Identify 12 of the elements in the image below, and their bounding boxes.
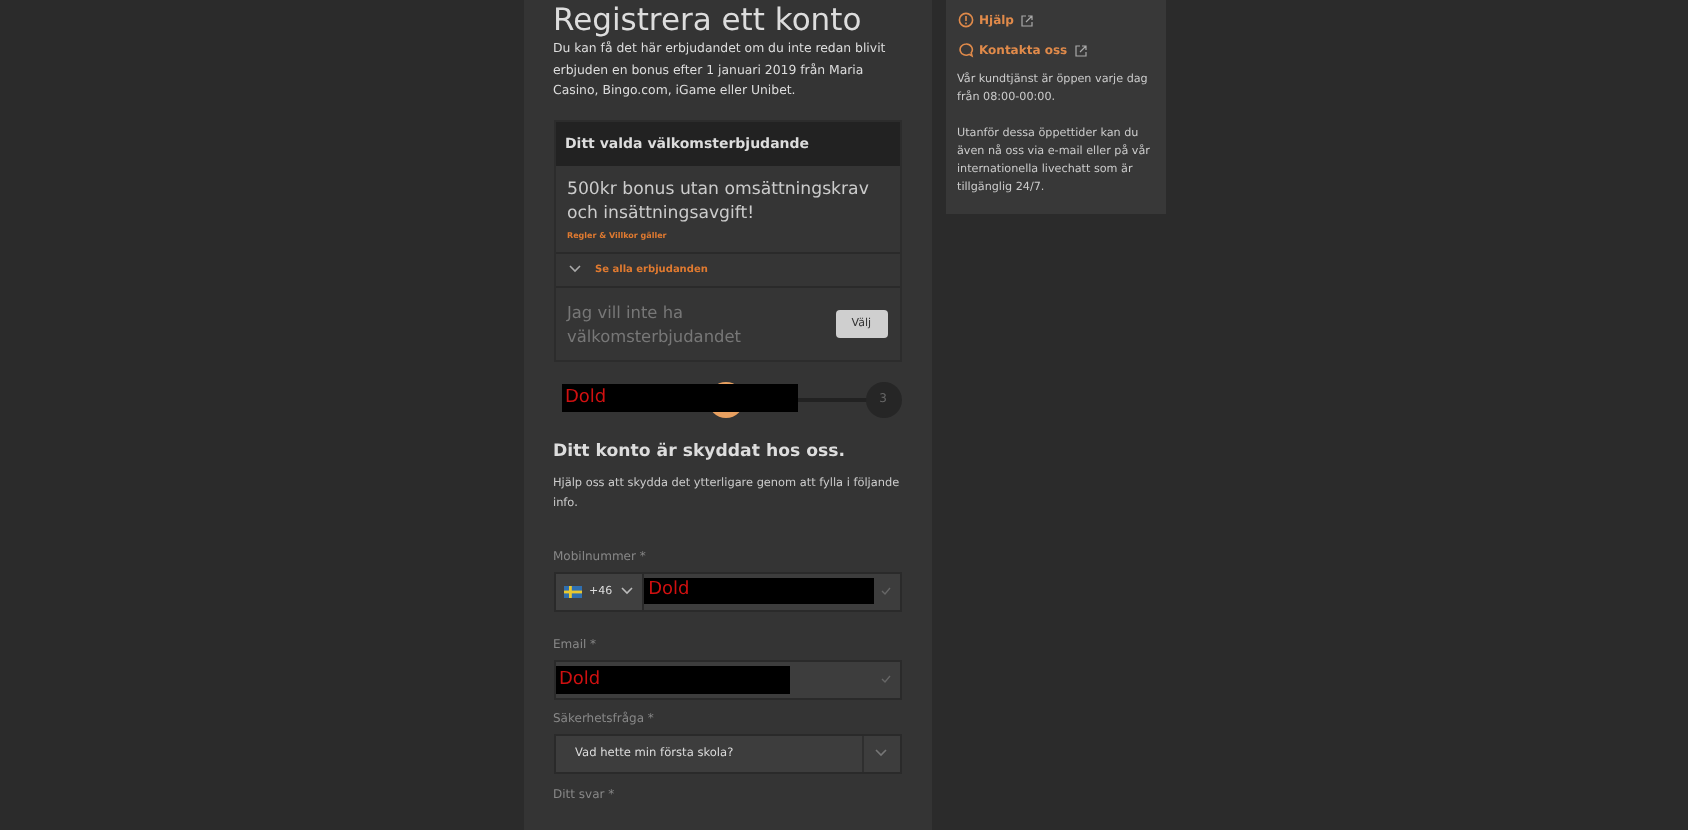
chevron-icon — [567, 264, 581, 274]
external-link-icon — [1019, 13, 1034, 27]
security-heading: Ditt konto är skyddat hos oss. — [553, 441, 847, 461]
decline-text: Jag vill inte ha välkomsterbjudandet — [567, 299, 743, 347]
email-field[interactable]: Dold — [553, 659, 901, 699]
info-icon — [957, 12, 973, 28]
check-icon — [879, 673, 891, 683]
page-title: Registrera ett konto — [553, 0, 864, 40]
chat-icon — [957, 42, 973, 58]
external-link-icon — [1073, 43, 1088, 57]
chevron-icon — [874, 748, 888, 758]
offer-text: 500kr bonus utan omsättningskrav och insättningsavgift! — [567, 177, 871, 227]
